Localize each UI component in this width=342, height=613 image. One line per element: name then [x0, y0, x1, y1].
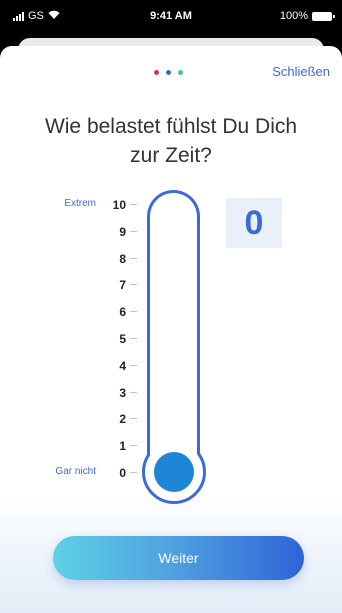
scale-level-number: 0 [119, 466, 126, 480]
scale-level-number: 8 [119, 251, 126, 266]
scale-level-number: 7 [119, 278, 126, 293]
scale-tick [130, 257, 137, 259]
scale-row: Gar nicht 0 [0, 466, 140, 480]
scale-level-number: 9 [119, 224, 126, 239]
scale-row: 8 [0, 252, 140, 266]
scale-tick [130, 230, 137, 232]
scale-row: 6 [0, 305, 140, 319]
scale-level-number: 6 [119, 305, 126, 320]
stress-modal: Schließen Wie belastet fühlst Du Dich zu… [0, 46, 342, 613]
thermometer-slider[interactable] [142, 190, 210, 512]
scale-row: 2 [0, 412, 140, 426]
scale-tick [130, 391, 137, 393]
thermometer-tube [147, 190, 200, 470]
scale-level-number: 3 [119, 385, 126, 400]
scale-row: Extrem 10 [0, 198, 140, 212]
close-button[interactable]: Schließen [272, 64, 330, 79]
scale-bottom-label: Gar nicht [55, 466, 96, 477]
scale-level-number: 2 [119, 412, 126, 427]
scale-tick [130, 472, 137, 473]
scale-tick [130, 445, 137, 447]
scale-row: 9 [0, 225, 140, 239]
scale-top-label: Extrem [64, 198, 96, 209]
battery-icon [312, 11, 335, 21]
scale-level-number: 1 [119, 439, 126, 454]
scale-row: 1 [0, 439, 140, 453]
thermometer-handle[interactable] [154, 452, 194, 492]
pagination-dot-2 [166, 70, 171, 75]
pagination-dot-1 [154, 70, 159, 75]
scale-tick [130, 204, 137, 205]
scale-row: 5 [0, 332, 140, 346]
scale-row: 3 [0, 386, 140, 400]
question-line-2: zur Zeit? [130, 144, 212, 167]
status-bar: GS 9:41 AM 100% [0, 0, 342, 32]
question-title: Wie belastet fühlst Du Dich zur Zeit? [0, 112, 342, 170]
scale-tick [130, 311, 137, 313]
stress-value-display: 0 [226, 198, 282, 248]
status-right: 100% [279, 10, 335, 22]
scale-row: 7 [0, 278, 140, 292]
battery-percent: 100% [279, 10, 308, 22]
scale-row: 4 [0, 359, 140, 373]
scale-level-number: 5 [119, 332, 126, 346]
scale-tick [130, 338, 137, 339]
pagination-dot-3 [178, 70, 183, 75]
scale-level-number: 10 [112, 198, 126, 212]
scale-tick [130, 418, 137, 420]
scale-tick [130, 364, 137, 366]
question-line-1: Wie belastet fühlst Du Dich [44, 115, 298, 138]
next-button[interactable]: Weiter [53, 536, 304, 580]
scale-tick [130, 284, 137, 286]
pagination-dots [154, 70, 183, 75]
scale-level-number: 4 [119, 358, 126, 373]
